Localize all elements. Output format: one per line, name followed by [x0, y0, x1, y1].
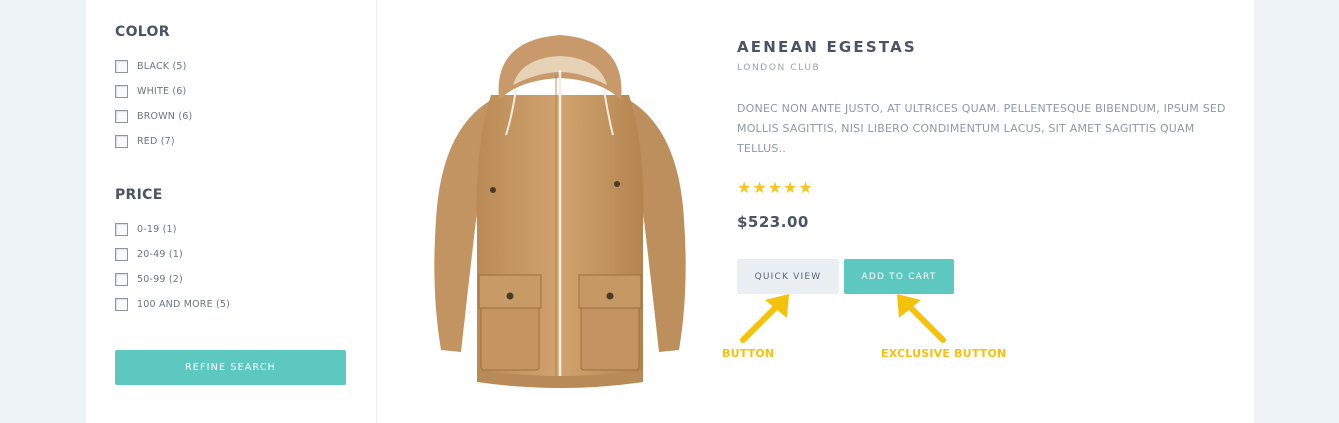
product-price: $523.00: [737, 213, 809, 231]
price-option-50-99[interactable]: 50-99 (2): [115, 267, 230, 292]
price-option-0-19[interactable]: 0-19 (1): [115, 217, 230, 242]
chest-button-icon: [490, 187, 496, 193]
checkbox[interactable]: [115, 273, 128, 286]
star-icon: ★: [767, 178, 783, 197]
left-pocket-flap: [478, 274, 542, 309]
pocket-button-icon: [606, 292, 614, 300]
star-rating: ★ ★ ★ ★ ★: [737, 179, 813, 197]
color-option-black[interactable]: BLACK (5): [115, 54, 192, 79]
price-option-100-plus[interactable]: 100 AND MORE (5): [115, 292, 230, 317]
arrow-up-right-icon: [740, 294, 789, 343]
checkbox[interactable]: [115, 135, 128, 148]
checkbox[interactable]: [115, 110, 128, 123]
product-brand: LONDON CLUB: [737, 63, 821, 73]
star-icon: ★: [752, 178, 767, 197]
add-to-cart-button[interactable]: ADD TO CART: [844, 259, 954, 294]
price-option-label: 50-99 (2): [137, 274, 183, 285]
checkbox[interactable]: [115, 223, 128, 236]
checkbox[interactable]: [115, 60, 128, 73]
pocket-button-icon: [506, 292, 514, 300]
color-option-label: RED (7): [137, 136, 175, 147]
price-filter-title: PRICE: [115, 187, 163, 203]
color-option-red[interactable]: RED (7): [115, 129, 192, 154]
color-option-brown[interactable]: BROWN (6): [115, 104, 192, 129]
price-option-label: 20-49 (1): [137, 249, 183, 260]
product-description: DONEC NON ANTE JUSTO, AT ULTRICES QUAM. …: [737, 102, 1226, 155]
right-pocket-flap: [578, 274, 642, 309]
button-annotation-label: BUTTON: [722, 347, 775, 360]
page-panel: COLOR BLACK (5) WHITE (6) BROWN (6) RED …: [86, 0, 1254, 423]
product-name: AENEAN EGESTAS: [737, 38, 917, 56]
quick-view-button[interactable]: QUICK VIEW: [737, 259, 839, 294]
color-option-label: BROWN (6): [137, 111, 193, 122]
star-icon: ★: [737, 178, 752, 197]
exclusive-button-annotation-label: EXCLUSIVE BUTTON: [881, 347, 1007, 360]
filter-sidebar: COLOR BLACK (5) WHITE (6) BROWN (6) RED …: [86, 0, 377, 423]
checkbox[interactable]: [115, 85, 128, 98]
price-filter-list: 0-19 (1) 20-49 (1) 50-99 (2) 100 AND MOR…: [115, 217, 230, 317]
color-filter-title: COLOR: [115, 24, 170, 40]
checkbox[interactable]: [115, 248, 128, 261]
color-option-white[interactable]: WHITE (6): [115, 79, 192, 104]
color-option-label: BLACK (5): [137, 61, 187, 72]
color-filter-list: BLACK (5) WHITE (6) BROWN (6) RED (7): [115, 54, 192, 154]
arrow-up-left-icon: [897, 294, 946, 343]
price-option-20-49[interactable]: 20-49 (1): [115, 242, 230, 267]
refine-search-button[interactable]: REFINE SEARCH: [115, 350, 346, 385]
chest-button-icon: [614, 181, 620, 187]
color-option-label: WHITE (6): [137, 86, 187, 97]
price-option-label: 100 AND MORE (5): [137, 299, 231, 310]
checkbox[interactable]: [115, 298, 128, 311]
star-icon: ★: [783, 178, 798, 197]
star-icon: ★: [798, 178, 813, 197]
price-option-label: 0-19 (1): [137, 224, 177, 235]
jacket-image: [434, 35, 686, 388]
